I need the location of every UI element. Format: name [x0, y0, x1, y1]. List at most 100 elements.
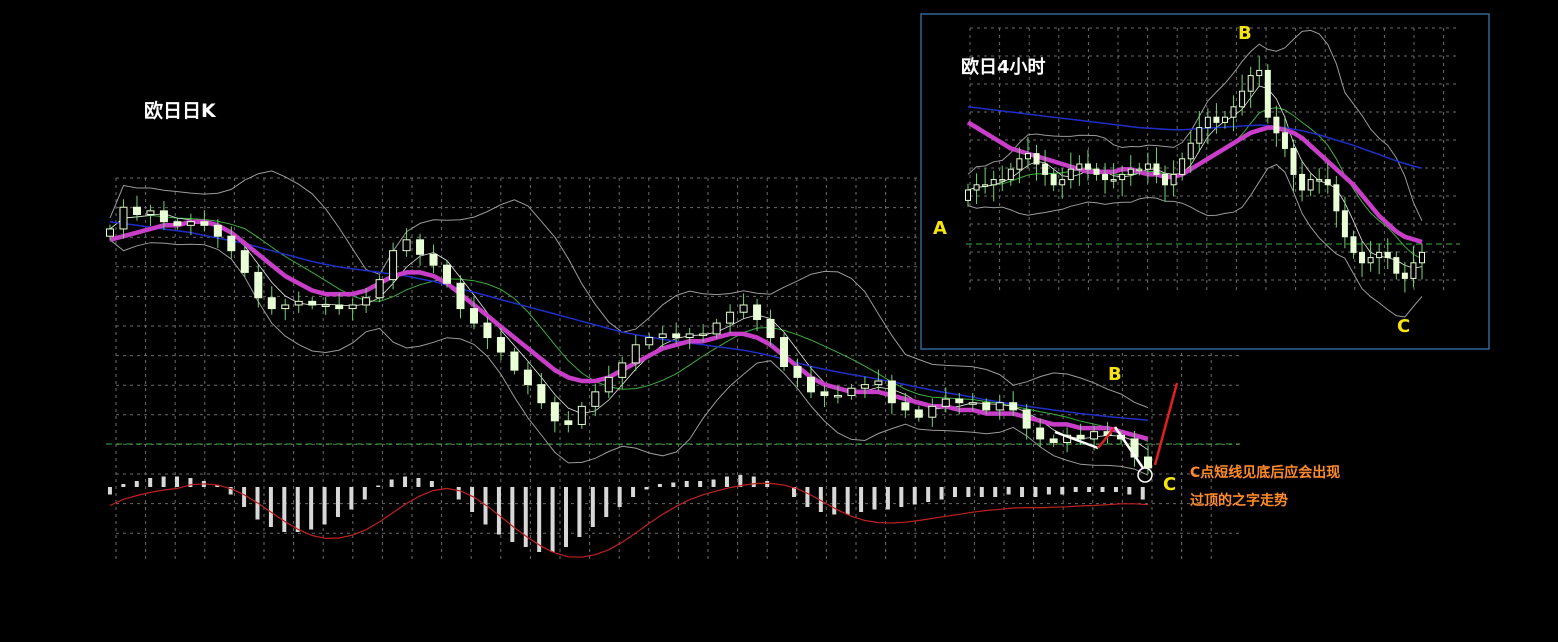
main-candle-body: [793, 366, 802, 378]
main-candle-body: [402, 239, 411, 252]
main-candle-body: [941, 398, 950, 407]
main-candle-body: [281, 304, 290, 310]
main-candle-body: [186, 221, 195, 226]
main-candle-body: [726, 311, 735, 324]
inset-candle-body: [1350, 236, 1357, 253]
main-candle-body: [712, 322, 721, 335]
main-candle-body: [254, 271, 263, 299]
main-candle-body: [469, 308, 478, 324]
inset-candle-body: [1084, 163, 1091, 170]
main-candle-body: [901, 402, 910, 411]
inset-candle-body: [990, 179, 997, 186]
main-point-b-label: B: [1108, 364, 1122, 385]
main-candle-body: [119, 206, 128, 230]
inset-candle-body: [1007, 168, 1014, 181]
main-candle-body: [860, 384, 869, 389]
main-candle-body: [968, 402, 977, 405]
main-candle-body: [806, 376, 815, 393]
main-candle-body: [1022, 409, 1031, 429]
inset-candle-body: [1144, 163, 1151, 170]
main-candle-body: [348, 304, 357, 310]
inset-candle-body: [1230, 106, 1237, 118]
inset-candle-body: [1221, 116, 1228, 123]
inset-candle-body: [1401, 272, 1408, 279]
inset-candle-body: [1384, 251, 1391, 259]
main-candle-body: [820, 391, 829, 396]
main-candle-body: [1144, 456, 1152, 469]
main-candle-body: [672, 333, 681, 339]
inset-candle-body: [1376, 251, 1383, 259]
inset-candle-body: [1367, 257, 1374, 264]
main-candle-body: [564, 420, 573, 425]
inset-candle-body: [1273, 116, 1280, 134]
main-candle-body: [753, 304, 762, 320]
main-candle-body: [631, 344, 640, 364]
main-candle-body: [362, 297, 371, 306]
inset-candle-body: [1059, 179, 1066, 186]
main-chart-title: 欧日日K: [144, 100, 216, 122]
inset-candle-body: [1247, 75, 1254, 92]
main-candle-body: [604, 376, 613, 393]
inset-candle-body: [1299, 173, 1306, 191]
main-candle-body: [200, 221, 209, 226]
inset-candle-body: [1016, 158, 1023, 170]
inset-candle-body: [1033, 153, 1040, 165]
main-candle-body: [523, 369, 532, 386]
inset-candle-body: [1264, 69, 1271, 118]
main-candle-body: [106, 228, 114, 237]
main-candle-body: [429, 253, 438, 266]
main-candle-body: [618, 362, 627, 378]
inset-candle-body: [1307, 179, 1314, 191]
main-candle-body: [685, 333, 694, 339]
inset-candle-body: [1179, 158, 1186, 175]
inset-candle-body: [1162, 173, 1169, 186]
inset-candle-body: [1281, 132, 1288, 149]
main-candle-body: [645, 337, 654, 346]
main-candle-body: [577, 405, 586, 425]
inset-candle-body: [1042, 163, 1049, 175]
inset-candle-body: [1316, 179, 1323, 182]
main-candle-body: [308, 300, 317, 306]
inset-point-c-label: C: [1397, 316, 1411, 337]
inset-candle-body: [982, 184, 989, 187]
main-candle-body: [914, 409, 923, 418]
inset-candle-body: [1359, 251, 1366, 264]
main-candle-body: [874, 380, 883, 386]
inset-candle-body: [1419, 251, 1425, 264]
main-candle-body: [510, 351, 519, 371]
main-candle-body: [132, 206, 141, 215]
inset-candle-body: [973, 184, 980, 191]
main-candle-body: [928, 405, 937, 418]
main-candle-body: [847, 387, 856, 396]
inset-candle-body: [1333, 184, 1340, 212]
inset-candle-body: [1341, 210, 1348, 238]
main-candle-body: [739, 304, 748, 313]
inset-candle-body: [1239, 90, 1246, 108]
main-candle-body: [955, 398, 964, 404]
inset-point-a-label: A: [933, 218, 947, 239]
inset-candle-body: [1110, 179, 1117, 182]
inset-candle-body: [1170, 173, 1177, 186]
main-candle-body: [443, 264, 452, 284]
inset-candle-body: [1127, 168, 1134, 175]
inset-candle-body: [1393, 257, 1400, 274]
main-candle-body: [335, 304, 344, 310]
main-candle-body: [699, 333, 708, 336]
inset-candle-body: [1410, 262, 1417, 279]
main-candle-body: [833, 394, 842, 398]
inset-candle-body: [1102, 173, 1109, 181]
annotation-note-line1: C点短线见底后应会出现: [1190, 465, 1341, 481]
inset-candle-body: [1067, 168, 1074, 181]
main-candle-body: [995, 402, 1004, 411]
inset-candle-body: [1153, 163, 1160, 175]
inset-candle-body: [1076, 163, 1083, 170]
main-candle-body: [1090, 431, 1099, 440]
main-candle-body: [321, 304, 330, 307]
chart-canvas: [0, 0, 1558, 642]
inset-candle-body: [1290, 147, 1297, 175]
main-candle-body: [658, 333, 667, 339]
main-candle-body: [146, 210, 155, 215]
main-candle-body: [294, 300, 303, 306]
inset-candle-body: [1093, 168, 1100, 175]
main-candle-body: [456, 282, 465, 310]
